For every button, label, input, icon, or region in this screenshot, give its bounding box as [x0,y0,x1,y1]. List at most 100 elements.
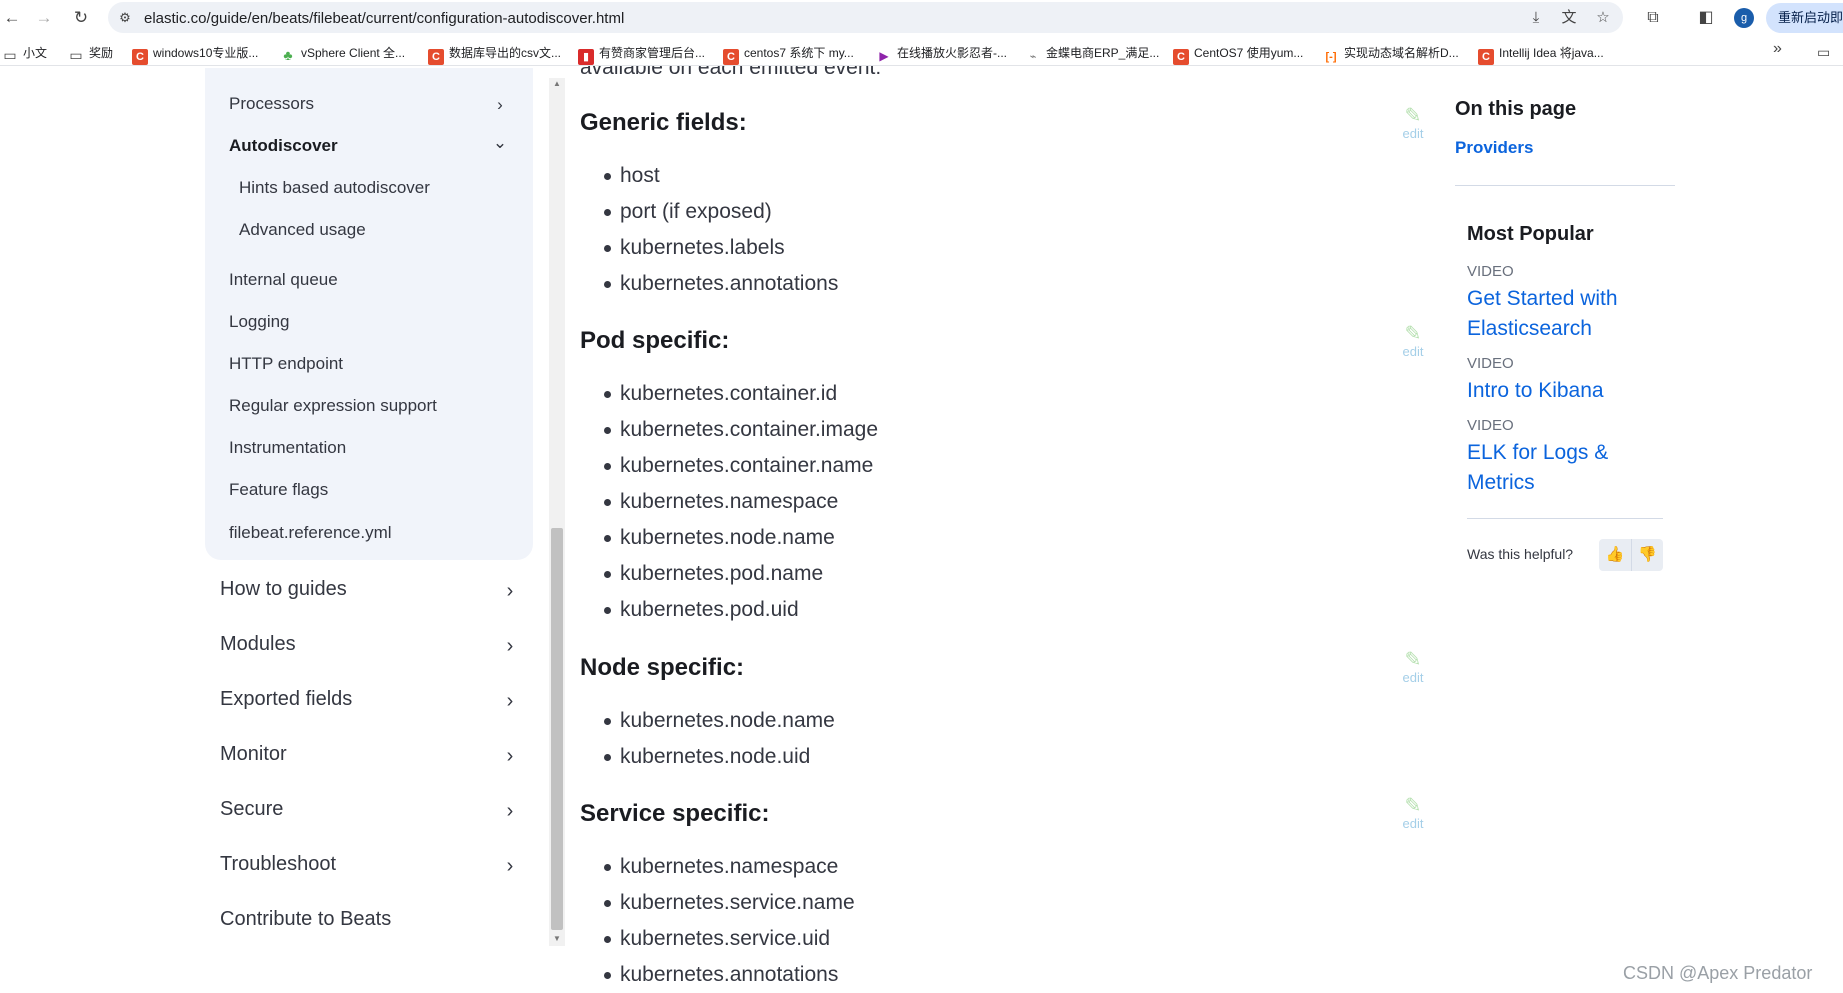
scroll-up-icon[interactable]: ▲ [551,79,563,88]
scroll-down-icon[interactable]: ▼ [551,934,563,943]
edit-link[interactable]: ✎ edit [1396,324,1430,359]
bullet-icon [604,972,611,979]
url-text[interactable]: elastic.co/guide/en/beats/filebeat/curre… [144,10,624,27]
bullet-icon [604,718,611,725]
popular-link-intro-kibana[interactable]: Intro to Kibana [1467,376,1604,406]
bookmark-item[interactable]: ▮ 有赞商家管理后台... [578,44,705,65]
sidebar-item-autodiscover[interactable]: Autodiscover [229,136,338,156]
bullet-icon [604,391,611,398]
chevron-right-icon[interactable]: › [501,636,519,656]
bookmark-item[interactable]: [-] 实现动态域名解析D... [1323,44,1459,63]
field-item: kubernetes.container.id [620,382,838,405]
sidebar-item-filebeat-reference-yml[interactable]: filebeat.reference.yml [229,523,392,543]
sidebar-item-feature-flags[interactable]: Feature flags [229,480,328,500]
field-item: kubernetes.node.name [620,709,835,732]
csdn-icon: C [428,49,444,65]
divider [1455,185,1675,186]
edit-link[interactable]: ✎ edit [1396,106,1430,141]
sidebar-item-contribute-to-beats[interactable]: Contribute to Beats [220,908,391,931]
divider [1467,518,1663,519]
pencil-icon: ✎ [1404,649,1422,671]
section-heading-generic-fields: Generic fields: [580,109,747,136]
chevron-right-icon[interactable]: › [501,581,519,601]
side-panel-icon[interactable]: ◧ [1695,7,1717,29]
all-bookmarks-folder-icon[interactable]: ▭ [1817,44,1830,61]
reload-icon[interactable]: ↻ [69,6,93,30]
sidebar-item-instrumentation[interactable]: Instrumentation [229,438,346,458]
bookmark-item[interactable]: C 数据库导出的csv文... [428,44,561,65]
bookmark-item[interactable]: Cwindows10专业版... [132,44,258,65]
field-item: port (if exposed) [620,200,772,223]
sidebar-item-processors[interactable]: Processors [229,94,314,114]
sidebar-item-how-to-guides[interactable]: How to guides [220,578,347,601]
bookmark-star-icon[interactable]: ☆ [1593,8,1613,28]
folder-icon: ▭ [69,47,83,63]
bookmark-item[interactable]: ▭ 奖励 [68,44,113,63]
field-item: kubernetes.container.name [620,454,874,477]
sidebar-item-internal-queue[interactable]: Internal queue [229,270,338,290]
field-item: kubernetes.container.image [620,418,878,441]
field-item: kubernetes.annotations [620,963,839,986]
popular-kind-label: VIDEO [1467,417,1514,434]
bullet-icon [604,281,611,288]
sidebar-item-monitor[interactable]: Monitor [220,743,287,766]
folder-icon: ▭ [3,47,17,63]
chevron-down-icon[interactable]: ⌄ [492,134,508,151]
bookmark-item[interactable]: C Intellij Idea 将java... [1478,44,1604,65]
bookmark-item[interactable]: Ccentos7 系统下 my... [723,44,854,65]
edit-link[interactable]: ✎ edit [1396,796,1430,831]
thumbs-up-icon[interactable]: 👍 [1599,539,1631,571]
forward-icon[interactable]: → [32,6,56,30]
translate-icon[interactable]: 文 [1559,8,1579,28]
providers-link[interactable]: Providers [1455,138,1533,158]
chevron-right-icon[interactable]: › [492,96,508,113]
chevron-right-icon[interactable]: › [501,856,519,876]
sidebar-item-exported-fields[interactable]: Exported fields [220,688,352,711]
most-popular-heading: Most Popular [1467,223,1594,245]
bookmark-item[interactable]: ⌁ 金蝶电商ERP_满足... [1025,44,1160,63]
field-item: kubernetes.namespace [620,490,839,513]
popular-link-elk-logs[interactable]: ELK for Logs & Metrics [1467,438,1608,498]
sidebar-item-hints-based-autodiscover[interactable]: Hints based autodiscover [239,178,430,198]
install-app-icon[interactable]: ⤓ [1526,8,1546,28]
sidebar-item-troubleshoot[interactable]: Troubleshoot [220,853,336,876]
was-this-helpful-label: Was this helpful? [1467,546,1574,562]
watermark: CSDN @Apex Predator [1623,963,1813,983]
site-info-icon[interactable]: ⚙ [116,9,134,27]
thumbs-down-icon[interactable]: 👎 [1631,539,1663,571]
sidebar-item-http-endpoint[interactable]: HTTP endpoint [229,354,343,374]
sidebar-item-modules[interactable]: Modules [220,633,296,656]
sidebar-item-logging[interactable]: Logging [229,312,290,332]
chevron-right-icon[interactable]: › [501,746,519,766]
bullet-icon [604,900,611,907]
kingdee-icon: ⌁ [1029,51,1037,63]
popular-kind-label: VIDEO [1467,263,1514,280]
csdn-icon: C [1173,49,1189,65]
browser-toolbar: ← → ↻ ⚙ elastic.co/guide/en/beats/filebe… [0,0,1843,35]
bookmark-item[interactable]: ♣ vSphere Client 全... [280,44,405,63]
restart-button[interactable]: 重新启动即可 [1766,3,1843,33]
sidebar-item-advanced-usage[interactable]: Advanced usage [239,220,366,240]
sidebar-item-regular-expression-support[interactable]: Regular expression support [229,396,437,416]
more-bookmarks-icon[interactable]: » [1773,40,1782,58]
pencil-icon: ✎ [1404,323,1422,345]
sidebar-scroll-thumb[interactable] [551,528,563,930]
bookmark-item[interactable]: ▶ 在线播放火影忍者-... [876,44,1007,63]
field-item: kubernetes.service.name [620,891,855,914]
edit-link[interactable]: ✎ edit [1396,650,1430,685]
sidebar-item-secure[interactable]: Secure [220,798,283,821]
cut-off-text-line: available on each emitted event: [580,66,882,79]
bullet-icon [604,427,611,434]
profile-avatar[interactable]: g [1734,8,1754,28]
back-icon[interactable]: ← [0,6,24,30]
bullet-icon [604,535,611,542]
extensions-icon[interactable]: ⧉ [1642,7,1664,29]
field-item: host [620,164,660,187]
bookmark-item[interactable]: C CentOS7 使用yum... [1173,44,1303,65]
address-bar[interactable]: ⚙ elastic.co/guide/en/beats/filebeat/cur… [108,2,1623,33]
tree-icon: ♣ [283,47,293,63]
chevron-right-icon[interactable]: › [501,801,519,821]
popular-link-get-started[interactable]: Get Started with Elasticsearch [1467,284,1618,344]
bookmark-item[interactable]: ▭ 小文 [2,44,47,63]
chevron-right-icon[interactable]: › [501,691,519,711]
